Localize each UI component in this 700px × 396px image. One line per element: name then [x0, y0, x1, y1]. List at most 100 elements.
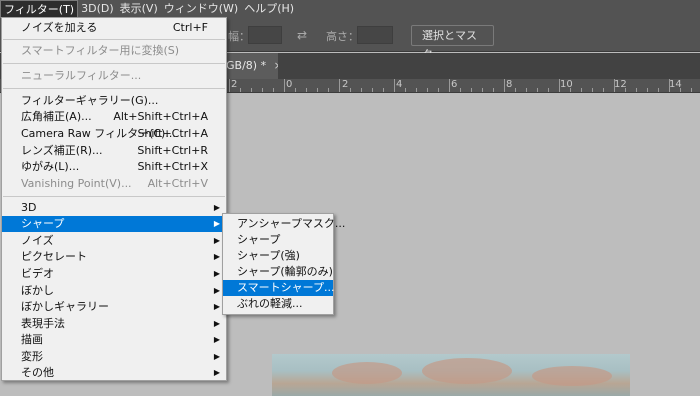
ruler-tick: [240, 88, 241, 92]
ruler-tick: [581, 88, 582, 92]
height-label: 高さ：: [326, 30, 359, 43]
submenu-arrow-icon: ▶: [213, 236, 220, 245]
menu-item-liquify[interactable]: ゆがみ(L)... Shift+Ctrl+X: [2, 159, 226, 175]
close-tab-icon[interactable]: ×: [274, 59, 278, 72]
ruler-number: 2: [342, 79, 349, 90]
submenu-arrow-icon: ▶: [213, 219, 220, 228]
menu-separator: [3, 63, 225, 64]
height-field[interactable]: [357, 26, 393, 44]
ruler-tick: [592, 88, 593, 92]
width-field[interactable]: [248, 26, 282, 44]
ruler-tick: [460, 88, 461, 92]
ruler-tick: [350, 88, 351, 92]
ruler-tick: [548, 88, 549, 92]
ruler-tick: [691, 88, 692, 92]
menu-item-noise[interactable]: ノイズ ▶: [2, 233, 226, 249]
ruler-tick: [273, 88, 274, 92]
ruler-tick: [614, 79, 615, 92]
menu-item-convert-smart-filter[interactable]: スマートフィルター用に変換(S): [2, 43, 226, 59]
ruler-tick: [438, 88, 439, 92]
submenu-arrow-icon: ▶: [213, 302, 220, 311]
ruler-number: 0: [286, 79, 293, 90]
menu-3d[interactable]: 3D(D): [78, 0, 117, 18]
menu-item-filter-gallery[interactable]: フィルターギャラリー(G)...: [2, 93, 226, 109]
menu-item-neural-filters[interactable]: ニューラルフィルター...: [2, 68, 226, 84]
ruler-tick: [394, 79, 395, 92]
ruler-tick: [636, 88, 637, 92]
menu-item-stylize[interactable]: 表現手法 ▶: [2, 316, 226, 332]
menu-item-other[interactable]: その他 ▶: [2, 365, 226, 381]
menu-item-adaptive-wide-angle[interactable]: 広角補正(A)... Alt+Shift+Ctrl+A: [2, 109, 226, 125]
submenu-item-sharpen-more[interactable]: シャープ(強): [223, 248, 333, 264]
ruler-tick: [229, 79, 230, 92]
menu-item-video[interactable]: ビデオ ▶: [2, 266, 226, 282]
menu-item-add-noise[interactable]: ノイズを加える Ctrl+F: [2, 20, 226, 36]
ruler-tick: [427, 88, 428, 92]
menu-item-lens-correction[interactable]: レンズ補正(R)... Shift+Ctrl+R: [2, 143, 226, 159]
submenu-arrow-icon: ▶: [213, 335, 220, 344]
menu-bar: フィルター(T) 3D(D) 表示(V) ウィンドウ(W) ヘルプ(H): [0, 0, 700, 18]
select-and-mask-button[interactable]: 選択とマスク...: [411, 25, 494, 61]
ruler-tick: [658, 88, 659, 92]
menu-filter[interactable]: フィルター(T): [0, 0, 79, 18]
ruler-tick: [372, 88, 373, 92]
submenu-arrow-icon: ▶: [213, 269, 220, 278]
submenu-arrow-icon: ▶: [213, 252, 220, 261]
menu-item-blur[interactable]: ぼかし ▶: [2, 283, 226, 299]
ruler-tick: [317, 88, 318, 92]
filter-menu: ノイズを加える Ctrl+F スマートフィルター用に変換(S) ニューラルフィル…: [1, 17, 227, 381]
menu-item-sharpen[interactable]: シャープ ▶: [2, 216, 226, 232]
document-tab-title: GB/8) *: [226, 59, 267, 72]
ruler-tick: [339, 79, 340, 92]
submenu-arrow-icon: ▶: [213, 368, 220, 377]
ruler-tick: [471, 88, 472, 92]
ruler-tick: [570, 88, 571, 92]
ruler-tick: [328, 88, 329, 92]
submenu-item-smart-sharpen[interactable]: スマートシャープ...: [223, 280, 335, 296]
ruler-tick: [647, 88, 648, 92]
ruler-tick: [383, 88, 384, 92]
menu-item-camera-raw-filter[interactable]: Camera Raw フィルター(C)... Shift+Ctrl+A: [2, 126, 226, 142]
menu-item-pixelate[interactable]: ピクセレート ▶: [2, 249, 226, 265]
document-image: [272, 354, 630, 396]
ruler-number: 4: [396, 79, 403, 90]
ruler-tick: [449, 79, 450, 92]
menu-window[interactable]: ウィンドウ(W): [161, 0, 241, 18]
ruler-tick: [405, 88, 406, 92]
ruler-tick: [603, 88, 604, 92]
swap-icon[interactable]: ⇄: [297, 28, 307, 42]
ruler-tick: [262, 88, 263, 92]
ruler-tick: [284, 79, 285, 92]
ruler-tick: [680, 88, 681, 92]
menu-separator: [3, 39, 225, 40]
submenu-arrow-icon: ▶: [213, 319, 220, 328]
submenu-item-sharpen-edges[interactable]: シャープ(輪郭のみ): [223, 264, 333, 280]
ruler-number: 6: [451, 79, 458, 90]
ruler-tick: [493, 88, 494, 92]
ruler-tick: [559, 79, 560, 92]
menu-help[interactable]: ヘルプ(H): [241, 0, 297, 18]
submenu-item-unsharp-mask[interactable]: アンシャープマスク...: [223, 216, 345, 232]
menu-item-distort[interactable]: 変形 ▶: [2, 349, 226, 365]
ruler-tick: [306, 88, 307, 92]
ruler-tick: [295, 88, 296, 92]
ruler-tick: [515, 88, 516, 92]
ruler-number: 8: [506, 79, 513, 90]
menu-view[interactable]: 表示(V): [117, 0, 161, 18]
menu-item-3d[interactable]: 3D ▶: [2, 200, 226, 216]
sharpen-submenu: アンシャープマスク... シャープ シャープ(強) シャープ(輪郭のみ) スマー…: [222, 213, 345, 315]
menu-separator: [3, 196, 225, 197]
ruler-tick: [251, 88, 252, 92]
ruler-tick: [361, 88, 362, 92]
menu-item-vanishing-point[interactable]: Vanishing Point(V)... Alt+Ctrl+V: [2, 176, 226, 192]
ruler-tick: [669, 79, 670, 92]
menu-item-blur-gallery[interactable]: ぼかしギャラリー ▶: [2, 299, 226, 315]
ruler-tick: [416, 88, 417, 92]
menu-item-render[interactable]: 描画 ▶: [2, 332, 226, 348]
submenu-arrow-icon: ▶: [213, 203, 220, 212]
submenu-item-sharpen[interactable]: シャープ: [223, 232, 333, 248]
submenu-arrow-icon: ▶: [213, 352, 220, 361]
ruler-tick: [625, 88, 626, 92]
submenu-item-shake-reduction[interactable]: ぶれの軽減...: [223, 296, 333, 312]
menu-separator: [3, 88, 225, 89]
